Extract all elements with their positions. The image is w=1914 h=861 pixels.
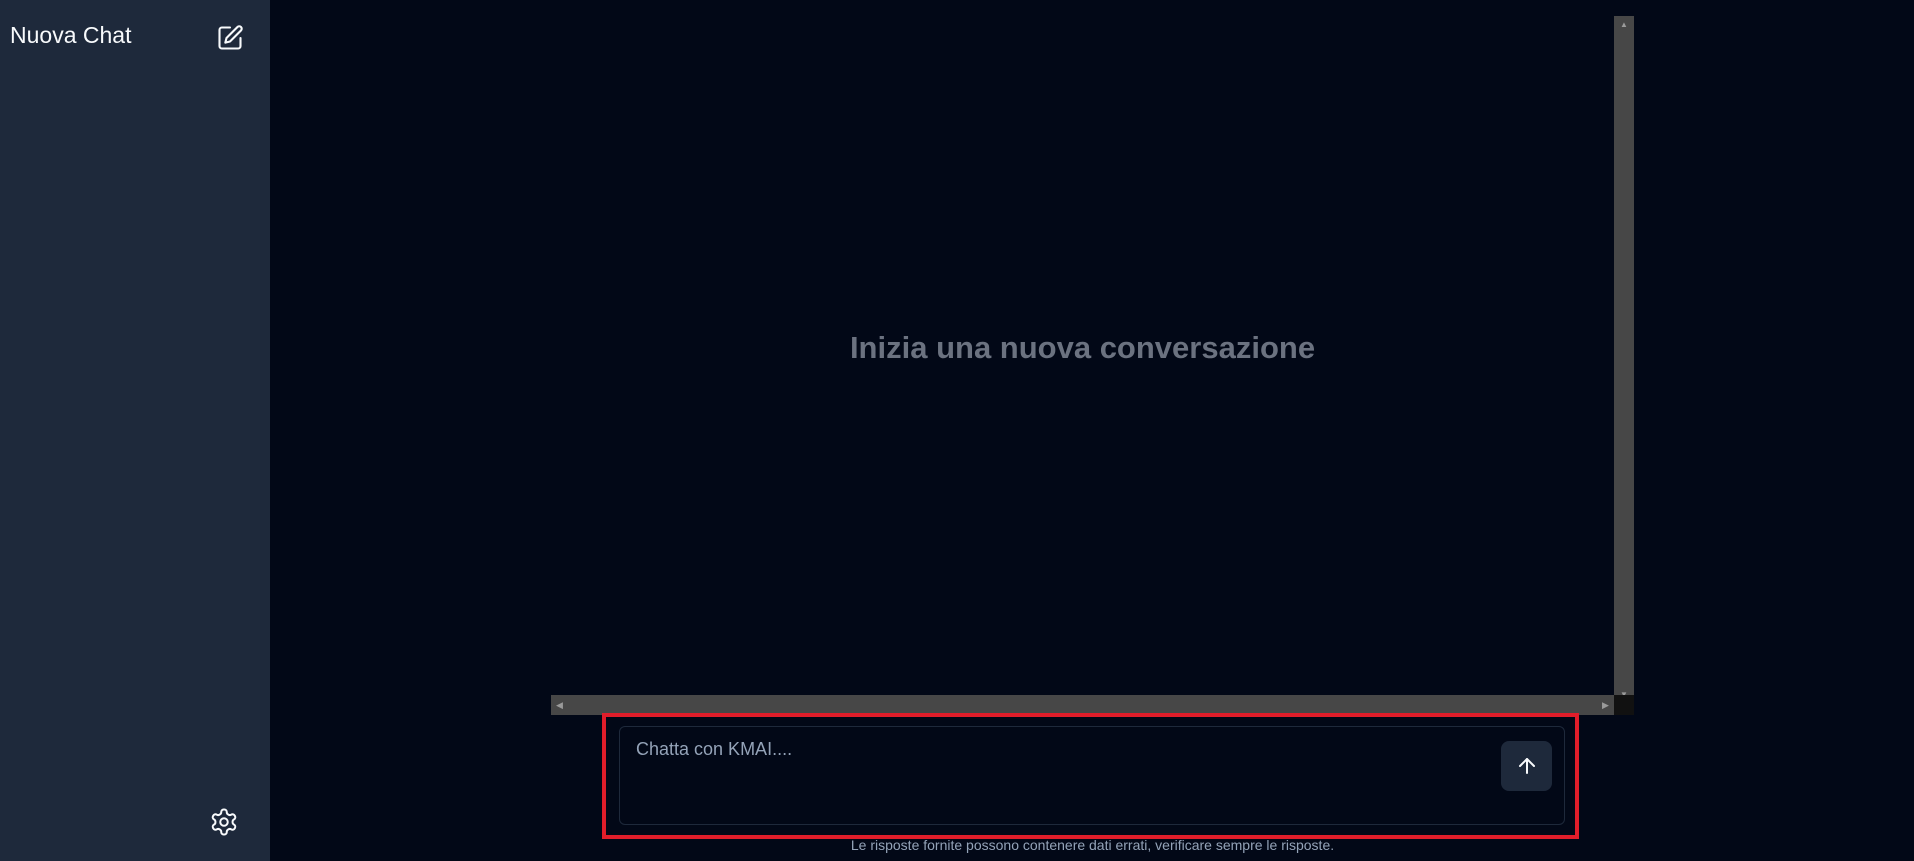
vertical-scrollbar[interactable]: ▲ ▼ xyxy=(1614,16,1634,703)
scroll-right-icon[interactable]: ▶ xyxy=(1597,695,1614,715)
gear-icon xyxy=(211,808,237,836)
sidebar-title: Nuova Chat xyxy=(10,22,132,48)
empty-state-text: Inizia una nuova conversazione xyxy=(849,330,1316,365)
highlight-box xyxy=(602,713,1579,839)
scroll-up-icon[interactable]: ▲ xyxy=(1614,16,1634,33)
scroll-left-icon[interactable]: ◀ xyxy=(551,695,568,715)
edit-icon xyxy=(218,25,243,50)
chat-area: Inizia una nuova conversazione ▲ ▼ xyxy=(551,8,1634,703)
settings-button[interactable] xyxy=(207,805,241,839)
horizontal-scrollbar[interactable]: ◀ ▶ xyxy=(551,695,1614,715)
sidebar: Nuova Chat xyxy=(0,0,270,861)
scrollbar-corner xyxy=(1614,695,1634,715)
new-chat-button[interactable] xyxy=(214,22,246,54)
disclaimer-text: Le risposte fornite possono contenere da… xyxy=(850,837,1335,853)
